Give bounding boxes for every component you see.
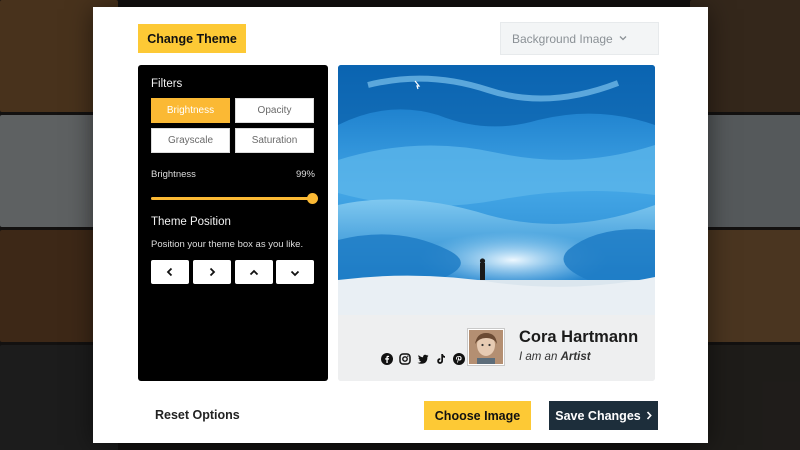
chevron-down-icon — [290, 265, 300, 280]
filters-heading: Filters — [151, 78, 183, 90]
chevron-down-icon — [619, 34, 627, 43]
background-select-value: Background Image — [512, 31, 613, 46]
profile-name: Cora Hartmann — [519, 328, 639, 346]
theme-preview: Cora Hartmann I am an Artist — [338, 65, 655, 381]
pinterest-icon[interactable] — [453, 353, 465, 365]
twitter-icon[interactable] — [417, 353, 429, 365]
slider-label: Brightness — [151, 169, 196, 180]
tagline-prefix: I am an — [519, 351, 558, 363]
move-right-button[interactable] — [193, 260, 231, 284]
theme-position-hint: Position your theme box as you like. — [151, 239, 304, 250]
avatar-portrait-icon — [469, 330, 503, 364]
tagline-role: Artist — [560, 351, 591, 363]
move-up-button[interactable] — [235, 260, 273, 284]
save-changes-button[interactable]: Save Changes — [549, 401, 658, 430]
instagram-icon[interactable] — [399, 353, 411, 365]
theme-modal: Change Theme Background Image Filters Br… — [93, 7, 708, 443]
save-changes-label: Save Changes — [555, 408, 641, 423]
filter-opacity-button[interactable]: Opacity — [235, 98, 314, 123]
brightness-slider[interactable] — [151, 193, 319, 204]
chevron-up-icon — [249, 265, 259, 280]
filter-brightness-button[interactable]: Brightness — [151, 98, 230, 123]
move-down-button[interactable] — [276, 260, 314, 284]
chevron-right-icon — [646, 409, 652, 423]
choose-image-button[interactable]: Choose Image — [424, 401, 531, 430]
move-left-button[interactable] — [151, 260, 189, 284]
ice-cave-image — [338, 65, 655, 315]
reset-options-button[interactable]: Reset Options — [155, 408, 240, 422]
chevron-right-icon — [208, 265, 216, 280]
avatar — [467, 328, 505, 366]
filter-saturation-button[interactable]: Saturation — [235, 128, 314, 153]
slider-fill — [151, 197, 313, 200]
profile-tagline: I am an Artist — [519, 351, 591, 363]
facebook-icon[interactable] — [381, 353, 393, 365]
slider-value: 99% — [295, 169, 315, 180]
slider-handle[interactable] — [307, 193, 319, 204]
social-links — [381, 353, 465, 365]
chevron-left-icon — [166, 265, 174, 280]
filter-grayscale-button[interactable]: Grayscale — [151, 128, 230, 153]
tiktok-icon[interactable] — [435, 353, 447, 365]
theme-position-heading: Theme Position — [151, 216, 231, 228]
change-theme-button[interactable]: Change Theme — [138, 24, 246, 53]
filters-panel: Filters Brightness Opacity Grayscale Sat… — [138, 65, 328, 381]
background-type-select[interactable]: Background Image — [500, 22, 659, 55]
